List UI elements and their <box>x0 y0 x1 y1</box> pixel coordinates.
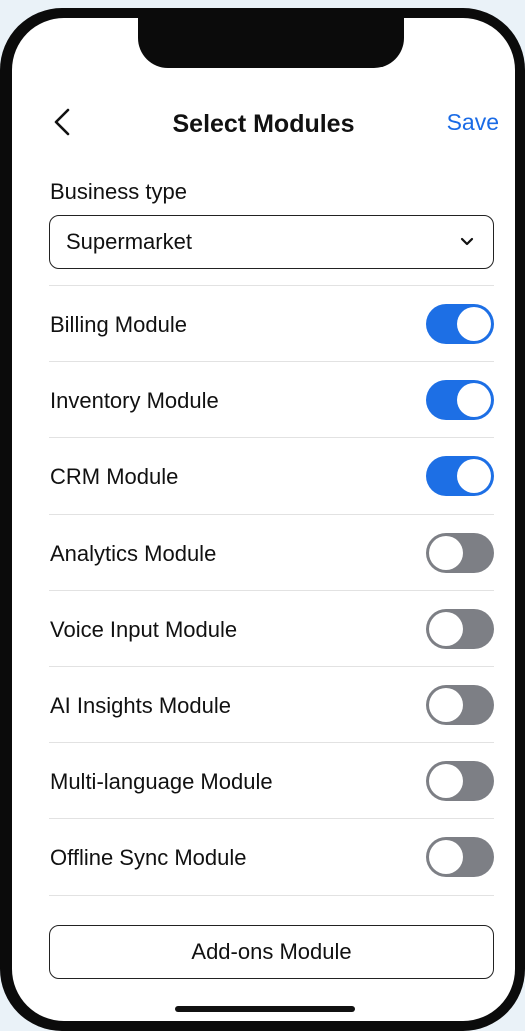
business-type-label: Business type <box>50 179 187 204</box>
module-toggle[interactable] <box>426 380 494 421</box>
module-row: Inventory Module <box>12 362 515 438</box>
business-type-select[interactable]: Supermarket <box>49 215 494 269</box>
app-screen: Select Modules Save Business type Superm… <box>12 18 515 1021</box>
nav-header: Select Modules Save <box>12 102 515 146</box>
module-label: Multi-language Module <box>50 769 273 795</box>
module-label: AI Insights Module <box>50 693 231 718</box>
module-toggle[interactable] <box>426 532 494 573</box>
module-toggle[interactable] <box>426 761 494 802</box>
toggle-knob <box>429 688 463 722</box>
toggle-knob <box>457 383 491 418</box>
phone-notch <box>138 18 404 68</box>
toggle-knob <box>457 459 491 494</box>
module-label: Offline Sync Module <box>50 845 247 871</box>
row-divider <box>49 894 494 896</box>
page-title: Select Modules <box>172 110 355 138</box>
toggle-knob <box>429 611 463 646</box>
toggle-knob <box>429 764 463 799</box>
module-label: Billing Module <box>50 312 187 337</box>
module-label: Analytics Module <box>50 540 217 566</box>
toggle-knob <box>429 535 463 570</box>
module-toggle[interactable] <box>426 837 494 878</box>
toggle-knob <box>457 307 491 341</box>
module-label: Voice Input Module <box>50 616 238 642</box>
module-row: Voice Input Module <box>12 591 515 667</box>
add-ons-module-button[interactable]: Add-ons Module <box>49 925 494 979</box>
module-toggle[interactable] <box>426 608 494 649</box>
business-type-value: Supermarket <box>66 229 192 254</box>
chevron-down-icon <box>460 237 474 246</box>
module-row: AI Insights Module <box>12 667 515 743</box>
module-row: Multi-language Module <box>12 743 515 819</box>
module-toggle[interactable] <box>426 685 494 725</box>
save-button[interactable]: Save <box>447 109 499 136</box>
module-label: Inventory Module <box>50 388 219 414</box>
module-toggle[interactable] <box>426 456 494 497</box>
module-row: Analytics Module <box>12 515 515 591</box>
module-label: CRM Module <box>50 464 179 490</box>
module-row: Billing Module <box>12 286 515 362</box>
module-toggle[interactable] <box>426 304 494 344</box>
module-row: CRM Module <box>12 438 515 514</box>
phone-frame: Select Modules Save Business type Superm… <box>0 8 525 1031</box>
module-row: Offline Sync Module <box>12 819 515 895</box>
home-indicator[interactable] <box>175 1006 355 1012</box>
toggle-knob <box>429 840 463 875</box>
